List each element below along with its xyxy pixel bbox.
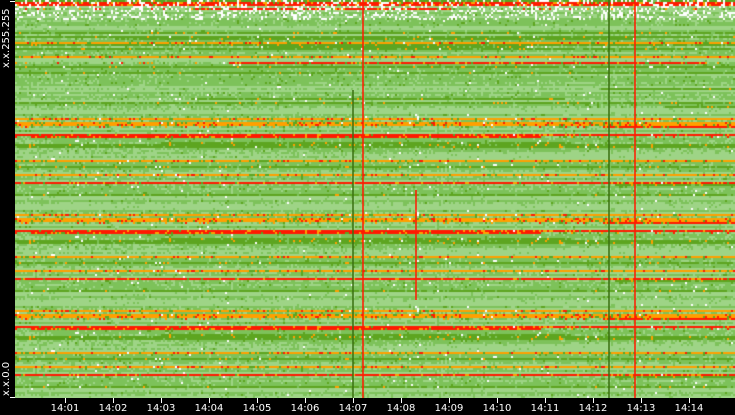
x-tick-label: 14:07 — [338, 403, 368, 414]
x-tick-label: 14:01 — [50, 403, 80, 414]
y-tick-label-top: x.x.255.255 — [1, 8, 12, 68]
event-lines — [352, 0, 636, 398]
x-tick-label: 14:05 — [242, 403, 272, 414]
x-tick-label: 14:11 — [530, 403, 560, 414]
x-tick-label: 14:06 — [290, 403, 320, 414]
x-tick-label: 14:13 — [626, 403, 656, 414]
x-tick-label: 14:10 — [482, 403, 512, 414]
y-tick-top — [10, 1, 15, 2]
x-tick-label: 14:12 — [578, 403, 608, 414]
x-tick-label: 14:04 — [194, 403, 224, 414]
y-tick-bottom — [10, 397, 15, 398]
x-tick-label: 14:14 — [674, 403, 704, 414]
heatmap-chart: x.x.255.255 x.x.0.0 14:01 14:02 14:03 14:04… — [0, 0, 735, 415]
x-tick-label: 14:08 — [386, 403, 416, 414]
plot-area — [15, 0, 735, 398]
y-tick-label-bottom: x.x.0.0 — [1, 361, 12, 396]
x-tick-label: 14:09 — [434, 403, 464, 414]
x-tick-label: 14:03 — [146, 403, 176, 414]
x-tick-label: 14:02 — [98, 403, 128, 414]
